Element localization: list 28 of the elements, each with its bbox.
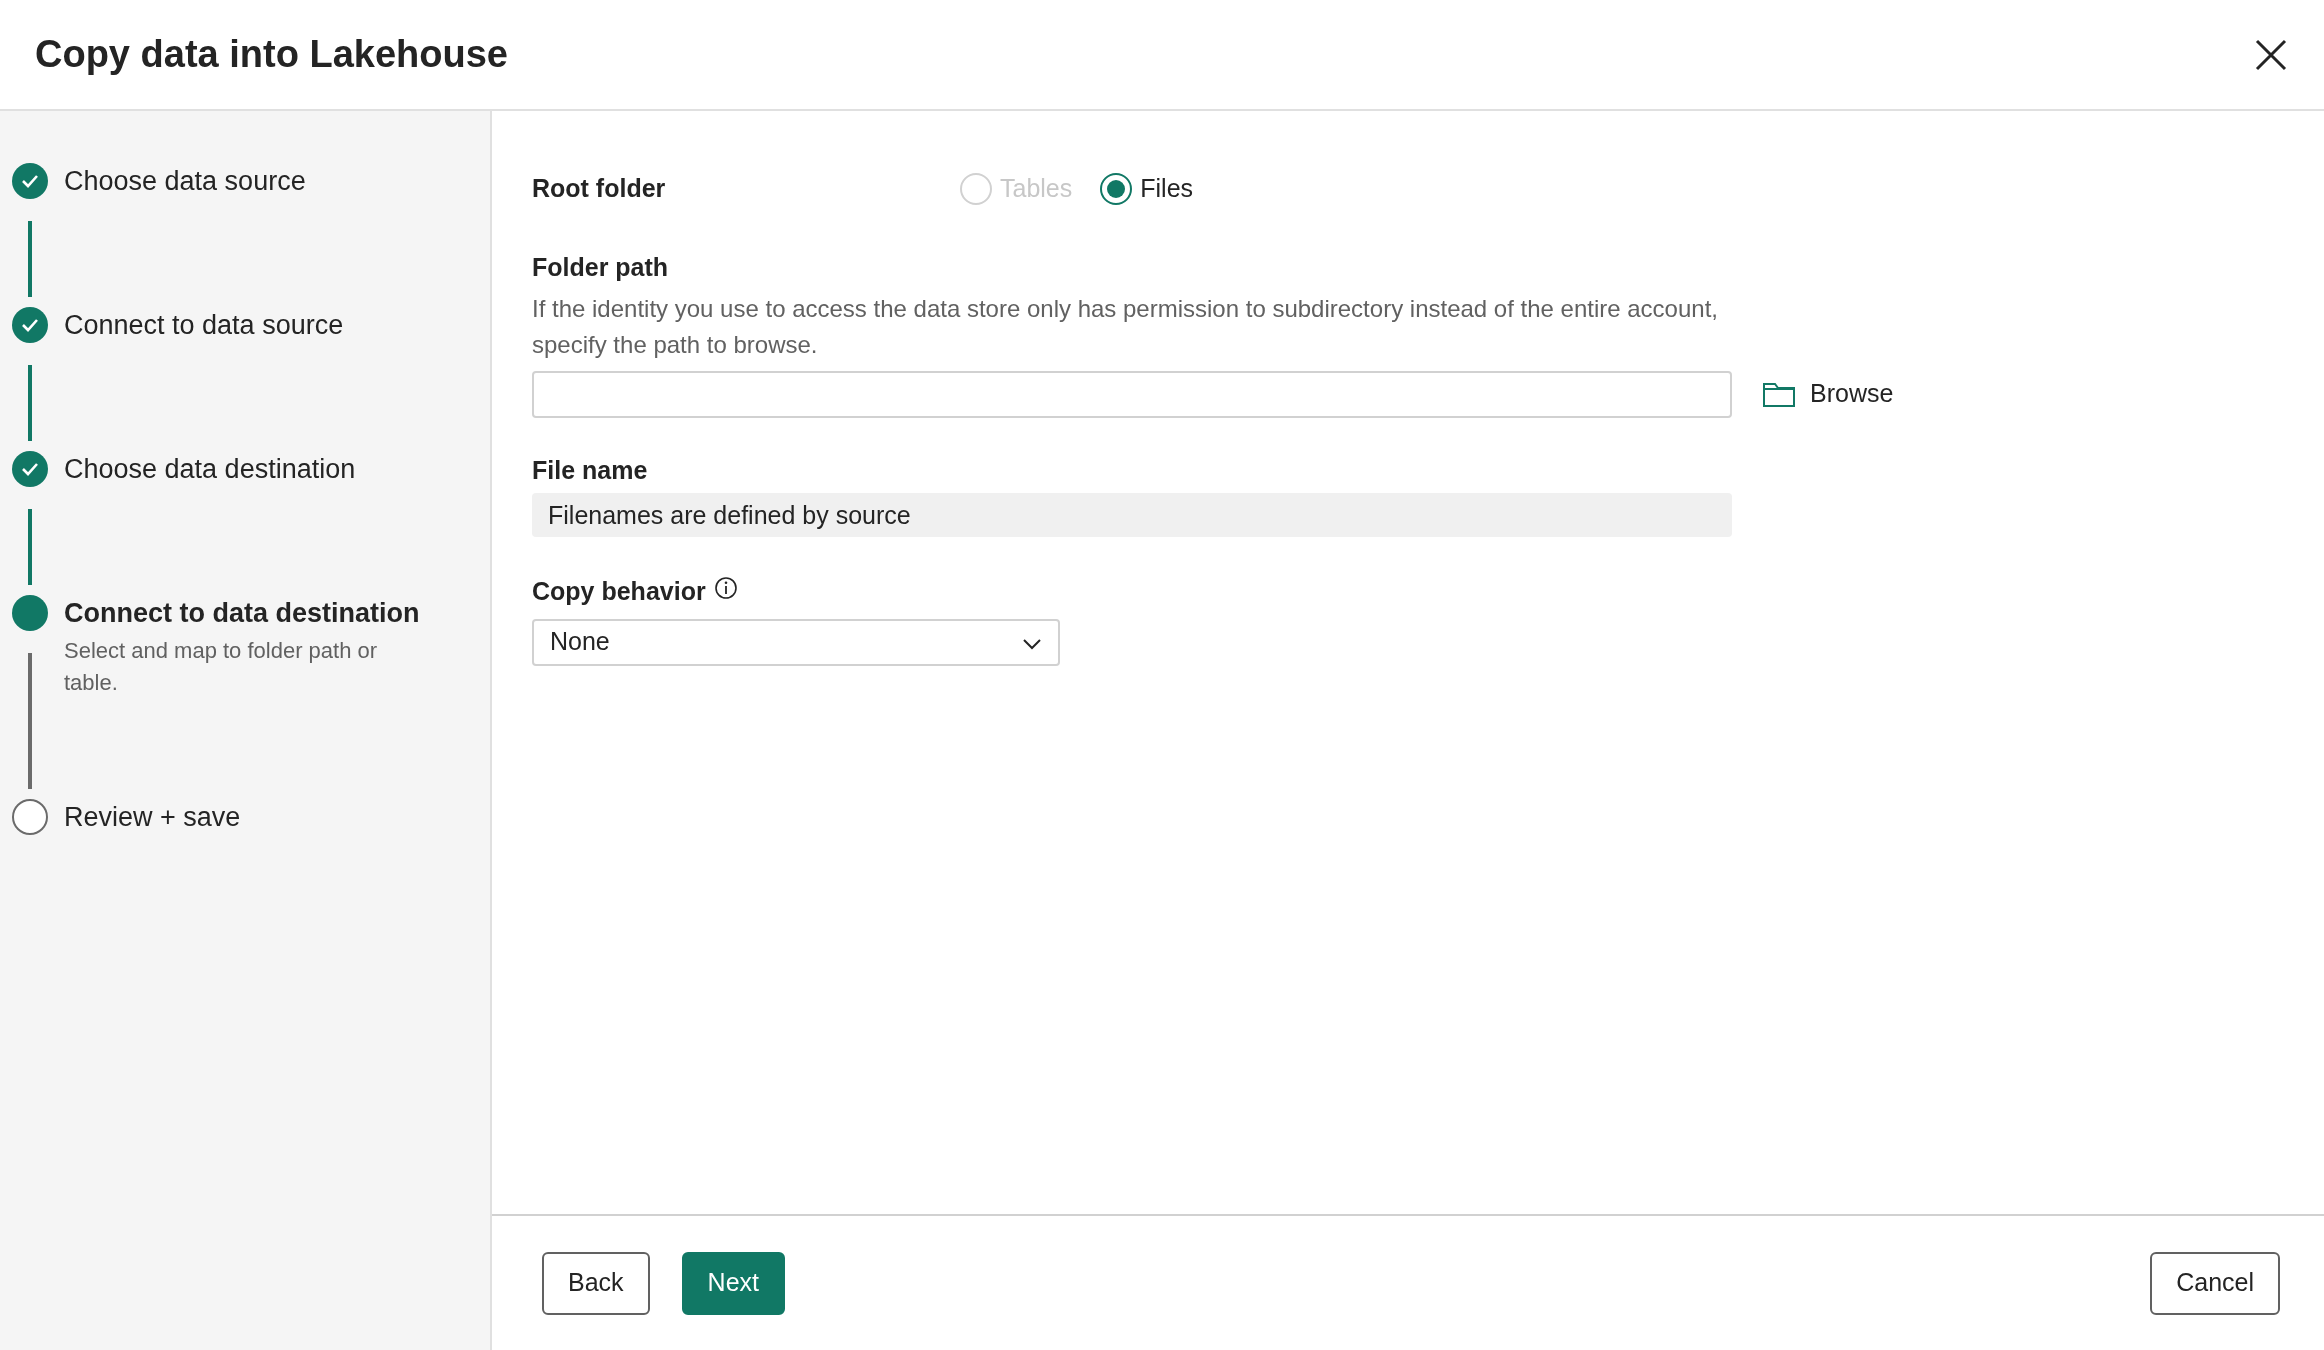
browse-button[interactable]: Browse <box>1732 375 1894 413</box>
copy-behavior-dropdown[interactable]: None <box>532 618 1060 666</box>
field-label: Root folder <box>532 173 667 205</box>
check-icon <box>21 318 39 332</box>
check-icon <box>21 174 39 188</box>
step-label: Review + save <box>64 801 241 834</box>
close-icon <box>2254 37 2288 72</box>
file-name-field: Filenames are defined by source <box>532 493 1732 537</box>
folder-icon <box>1762 380 1796 408</box>
field-label: File name <box>532 454 649 486</box>
check-icon <box>21 462 39 476</box>
step-label: Connect to data source <box>64 309 344 342</box>
info-icon[interactable] <box>713 575 738 600</box>
step-label: Choose data destination <box>64 453 356 486</box>
chevron-down-icon <box>1022 637 1042 650</box>
field-label: Copy behavior <box>532 576 706 607</box>
dropdown-value: None <box>550 626 610 658</box>
folder-path-field[interactable] <box>532 370 1732 418</box>
step-label: Connect to data destination <box>64 597 421 630</box>
step-description: Select and map to folder path or table. <box>64 637 379 697</box>
field-description: If the identity you use to access the data store only has permission to subdirectory instead of the entire account, specify the path to browse. <box>532 293 1719 360</box>
primary-button[interactable]: Next <box>681 1251 785 1315</box>
dialog-title: Copy data into Lakehouse <box>35 31 508 77</box>
field-label: Folder path <box>532 252 670 283</box>
radio-option[interactable]: Files <box>1100 170 1194 208</box>
secondary-button[interactable]: Cancel <box>2150 1251 2280 1315</box>
step-label: Choose data source <box>64 165 306 198</box>
secondary-button[interactable]: Back <box>542 1251 650 1315</box>
